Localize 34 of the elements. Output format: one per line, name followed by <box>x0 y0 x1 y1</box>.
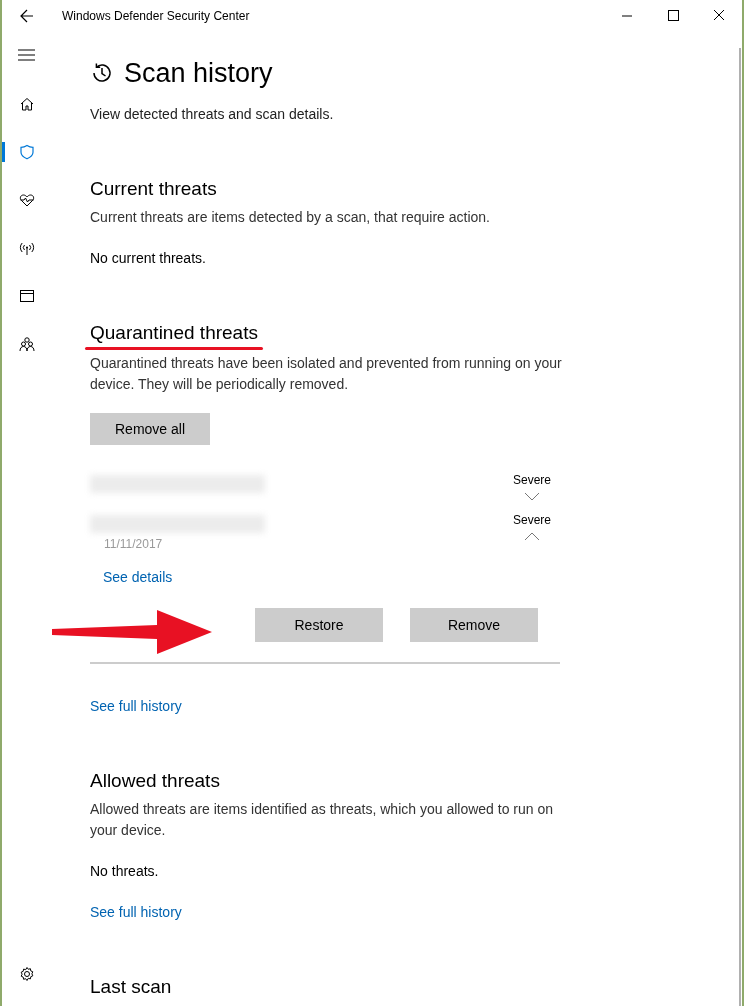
heart-pulse-icon[interactable] <box>19 192 35 208</box>
history-icon <box>90 61 114 85</box>
chevron-down-icon[interactable] <box>524 492 540 501</box>
section-description: Quarantined threats have been isolated and prevented from running on your device. They will be periodically removed. <box>90 354 563 394</box>
window-icon[interactable] <box>19 288 35 304</box>
section-description: Current threats are items detected by a scan, that require action. <box>90 208 491 227</box>
see-full-history-link[interactable]: See full history <box>90 902 182 923</box>
antenna-icon[interactable] <box>19 240 35 256</box>
threat-date: 11/11/2017 <box>104 536 163 553</box>
status-text: No threats. <box>90 862 160 881</box>
home-icon[interactable] <box>19 96 35 112</box>
remove-all-button[interactable]: Remove all <box>90 413 210 445</box>
status-text: No current threats. <box>90 249 207 268</box>
page-subtitle: View detected threats and scan details. <box>90 105 335 124</box>
section-heading: Current threats <box>90 177 218 201</box>
section-heading: Last scan <box>90 975 173 999</box>
severity-label: Severe <box>513 472 551 489</box>
window-title: Windows Defender Security Center <box>62 8 250 25</box>
section-heading: Allowed threats <box>90 769 221 793</box>
section-description: Allowed threats are items identified as threats, which you allowed to run on your device. <box>90 800 555 840</box>
page-title: Scan history <box>124 57 273 90</box>
see-details-link[interactable]: See details <box>103 567 173 588</box>
action-button[interactable]: Remove <box>410 608 538 642</box>
menu-icon[interactable] <box>18 49 35 61</box>
severity-label: Severe <box>513 512 551 529</box>
scrollbar[interactable] <box>739 48 741 1006</box>
section-heading: Quarantined threats <box>90 321 258 345</box>
chevron-up-icon[interactable] <box>524 532 540 541</box>
settings-icon[interactable] <box>19 966 35 982</box>
people-icon[interactable] <box>19 336 35 352</box>
action-button[interactable]: Restore <box>255 608 383 642</box>
back-arrow-icon[interactable] <box>20 9 34 23</box>
see-full-history-link[interactable]: See full history <box>90 696 182 717</box>
shield-icon[interactable] <box>19 144 35 160</box>
